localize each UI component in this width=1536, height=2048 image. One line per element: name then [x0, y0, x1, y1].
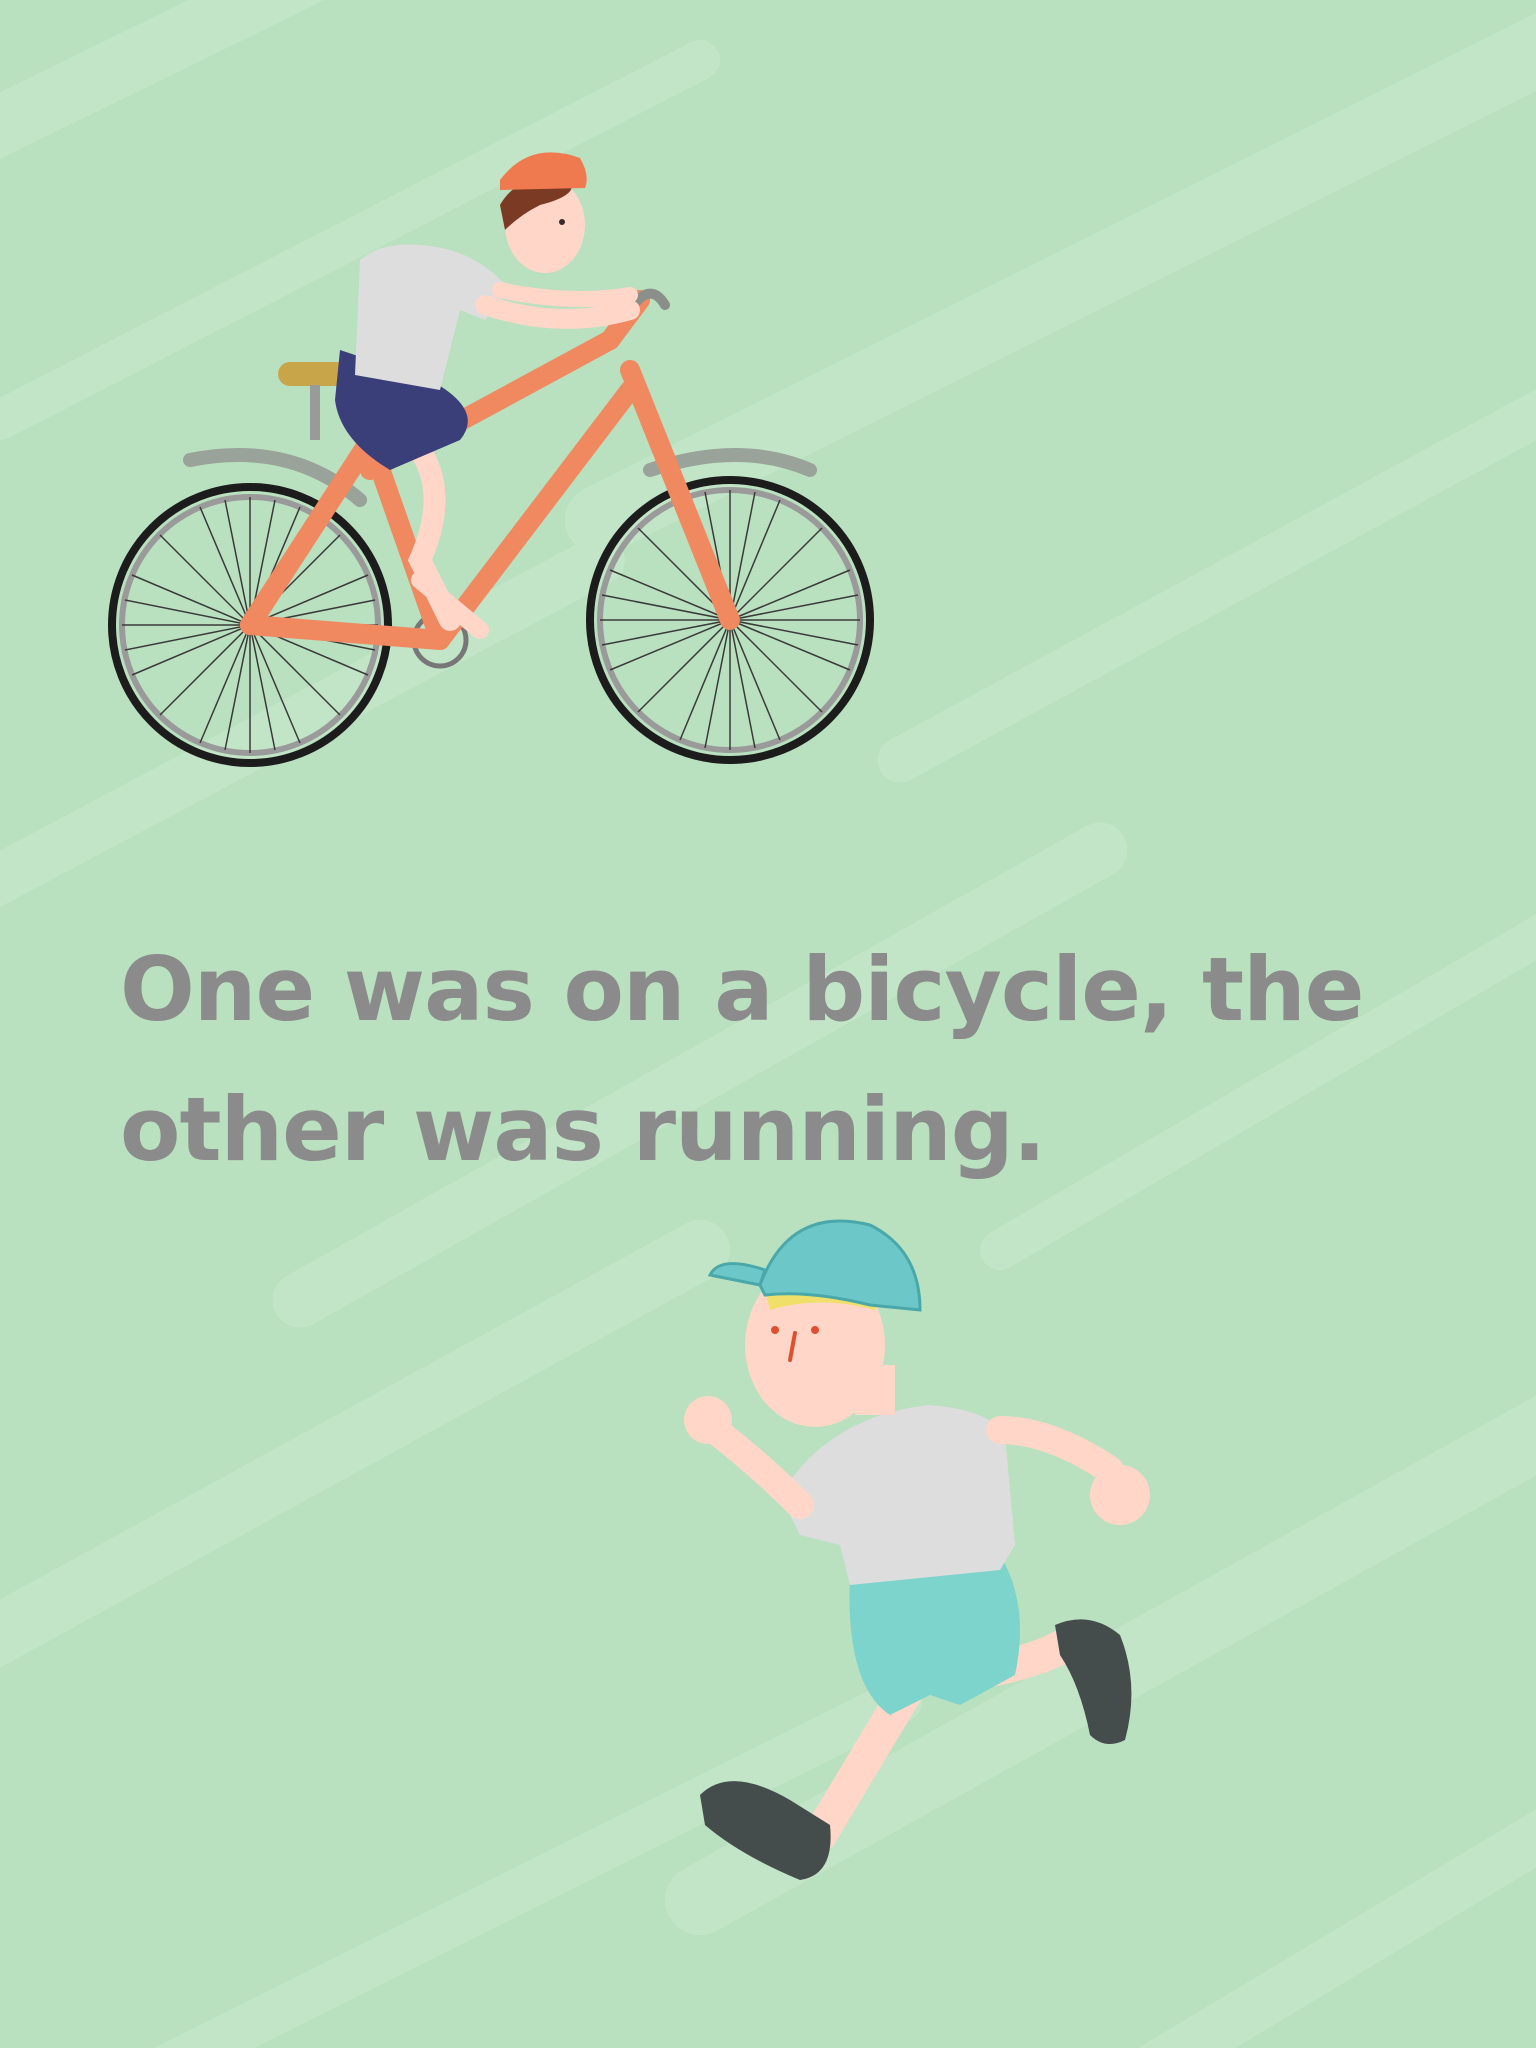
story-caption: One was on a bicycle, the other was runn…	[120, 938, 1364, 1181]
child-riding-bicycle-illustration	[108, 152, 874, 767]
child-running-illustration	[684, 1219, 1150, 1880]
storybook-page: One was on a bicycle, the other was runn…	[0, 0, 1536, 2048]
